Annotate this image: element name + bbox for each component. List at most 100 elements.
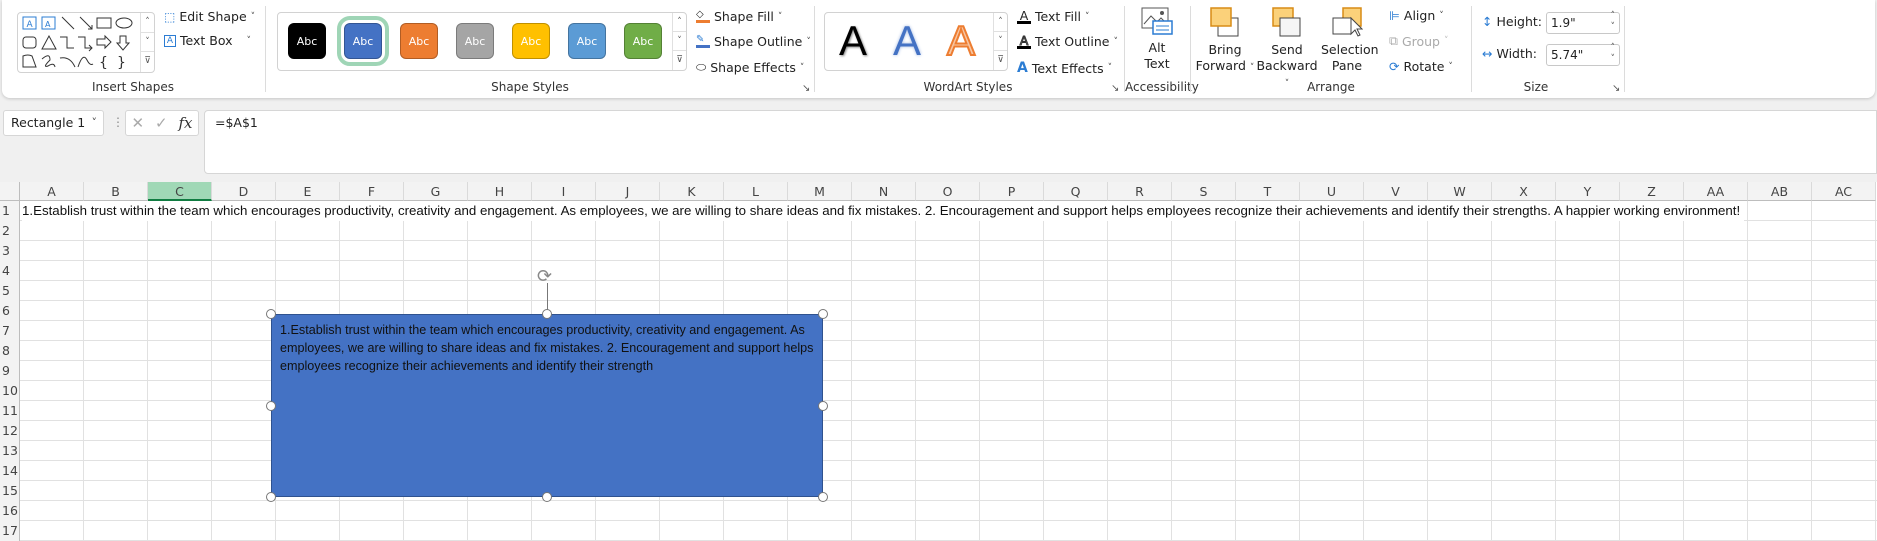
column-header[interactable]: Z: [1620, 182, 1684, 201]
gallery-expand-icon[interactable]: ⊽: [994, 51, 1007, 70]
column-header[interactable]: B: [84, 182, 148, 201]
scroll-down-icon[interactable]: ˅: [994, 32, 1007, 51]
column-header[interactable]: E: [276, 182, 340, 201]
row-header[interactable]: 6: [0, 301, 20, 321]
text-fill-button[interactable]: A Text Fill ˅: [1017, 9, 1089, 24]
shape-style-swatch[interactable]: Abc: [288, 23, 326, 59]
resize-handle[interactable]: [542, 492, 552, 502]
dialog-launcher-icon[interactable]: ↘: [1612, 83, 1620, 94]
wordart-sample-black[interactable]: A: [839, 17, 867, 65]
gallery-expand-icon[interactable]: ⊽: [673, 51, 686, 70]
resize-handle[interactable]: [818, 400, 828, 411]
dialog-launcher-icon[interactable]: ↘: [1111, 83, 1119, 94]
column-header[interactable]: N: [852, 182, 916, 201]
column-header[interactable]: K: [660, 182, 724, 201]
row-header[interactable]: 7: [0, 321, 20, 341]
column-header[interactable]: G: [404, 182, 468, 201]
shape-style-swatch[interactable]: Abc: [400, 23, 438, 59]
wordart-sample-orange[interactable]: A: [946, 16, 976, 65]
align-button[interactable]: ⊫ Align ˅: [1389, 8, 1444, 23]
row-header[interactable]: 15: [0, 481, 20, 501]
row-header[interactable]: 8: [0, 341, 20, 361]
column-header[interactable]: S: [1172, 182, 1236, 201]
row-header[interactable]: 13: [0, 441, 20, 461]
select-all-button[interactable]: [0, 182, 20, 201]
column-header[interactable]: J: [596, 182, 660, 201]
column-header[interactable]: W: [1428, 182, 1492, 201]
column-header[interactable]: AA: [1684, 182, 1748, 201]
scroll-up-icon[interactable]: ˄: [994, 13, 1007, 32]
cell-a1[interactable]: 1.Establish trust within the team which …: [22, 201, 1745, 221]
wordart-gallery[interactable]: A A A ˄ ˅ ⊽: [824, 12, 1008, 71]
text-outline-button[interactable]: A Text Outline ˅: [1017, 33, 1118, 49]
row-header[interactable]: 12: [0, 421, 20, 441]
enter-icon[interactable]: ✓: [155, 114, 168, 132]
column-header[interactable]: Q: [1044, 182, 1108, 201]
column-header[interactable]: X: [1492, 182, 1556, 201]
row-header[interactable]: 1: [0, 201, 20, 221]
spinner-arrows-icon[interactable]: ˄ ˅: [1611, 11, 1616, 33]
column-header[interactable]: A: [20, 182, 84, 201]
row-header[interactable]: 17: [0, 521, 20, 541]
resize-handle[interactable]: [818, 492, 828, 502]
column-header[interactable]: I: [532, 182, 596, 201]
text-effects-button[interactable]: A Text Effects ˅: [1017, 60, 1112, 76]
resize-handle[interactable]: [266, 400, 276, 411]
scroll-up-icon[interactable]: ˄: [673, 13, 686, 32]
height-input[interactable]: 1.9" ˄ ˅: [1546, 11, 1620, 34]
wordart-sample-blue[interactable]: A: [893, 17, 921, 65]
width-input[interactable]: 5.74" ˄ ˅: [1546, 43, 1620, 66]
dialog-launcher-icon[interactable]: ↘: [802, 83, 810, 94]
column-header[interactable]: AC: [1812, 182, 1876, 201]
resize-handle[interactable]: [266, 309, 276, 319]
shape-style-swatch[interactable]: Abc: [512, 23, 550, 59]
cancel-icon[interactable]: ✕: [131, 114, 144, 132]
selection-pane-button[interactable]: Selection Pane: [1321, 6, 1379, 74]
row-header[interactable]: 5: [0, 281, 20, 301]
column-header[interactable]: C: [148, 182, 212, 201]
column-header[interactable]: V: [1364, 182, 1428, 201]
group-button[interactable]: ⧉ Group ˅: [1389, 33, 1449, 49]
column-header[interactable]: T: [1236, 182, 1300, 201]
rotate-handle-icon[interactable]: ⟳: [537, 268, 552, 286]
spinner-arrows-icon[interactable]: ˄ ˅: [1611, 43, 1616, 65]
rectangle-shape[interactable]: 1.Establish trust within the team which …: [271, 314, 823, 497]
wordart-gallery-scroll[interactable]: ˄ ˅ ⊽: [993, 13, 1007, 70]
resize-handle[interactable]: [818, 309, 828, 319]
shapes-gallery[interactable]: A A { } ˄ ˅ ⊽: [17, 12, 155, 73]
column-header[interactable]: AB: [1748, 182, 1812, 201]
row-header[interactable]: 14: [0, 461, 20, 481]
resize-handle[interactable]: [266, 492, 276, 502]
shapes-gallery-scroll[interactable]: ˄ ˅ ⊽: [140, 13, 154, 72]
row-header[interactable]: 9: [0, 361, 20, 381]
resize-handle[interactable]: [542, 309, 552, 319]
edit-shape-button[interactable]: ⬚ Edit Shape ˅: [164, 9, 255, 24]
column-header[interactable]: U: [1300, 182, 1364, 201]
scroll-up-icon[interactable]: ˄: [141, 13, 154, 33]
shape-style-swatch[interactable]: Abc: [624, 23, 662, 59]
bring-forward-button[interactable]: Bring Forward ˅: [1195, 6, 1255, 76]
column-header[interactable]: H: [468, 182, 532, 201]
row-header[interactable]: 11: [0, 401, 20, 421]
column-header[interactable]: P: [980, 182, 1044, 201]
column-header[interactable]: F: [340, 182, 404, 201]
row-header[interactable]: 3: [0, 241, 20, 261]
shape-style-swatch[interactable]: Abc: [568, 23, 606, 59]
scroll-down-icon[interactable]: ˅: [141, 33, 154, 53]
name-box[interactable]: Rectangle 1 ˅: [3, 110, 104, 136]
row-header[interactable]: 10: [0, 381, 20, 401]
styles-gallery-scroll[interactable]: ˄ ˅ ⊽: [672, 13, 686, 70]
column-header[interactable]: Y: [1556, 182, 1620, 201]
scroll-down-icon[interactable]: ˅: [673, 32, 686, 51]
column-header[interactable]: L: [724, 182, 788, 201]
alt-text-button[interactable]: Alt Text: [1137, 6, 1177, 72]
shape-outline-button[interactable]: ✎ Shape Outline ˅: [696, 34, 811, 49]
column-header[interactable]: R: [1108, 182, 1172, 201]
row-header[interactable]: 16: [0, 501, 20, 521]
rotate-button[interactable]: ⟳ Rotate ˅: [1389, 59, 1453, 74]
shape-style-swatch[interactable]: Abc: [456, 23, 494, 59]
shape-style-swatch[interactable]: Abc: [337, 16, 389, 66]
column-header[interactable]: M: [788, 182, 852, 201]
shape-styles-gallery[interactable]: Abc Abc Abc Abc Abc Abc Abc ˄ ˅ ⊽: [277, 12, 687, 71]
shape-effects-button[interactable]: ⬭ Shape Effects ˅: [696, 60, 804, 75]
